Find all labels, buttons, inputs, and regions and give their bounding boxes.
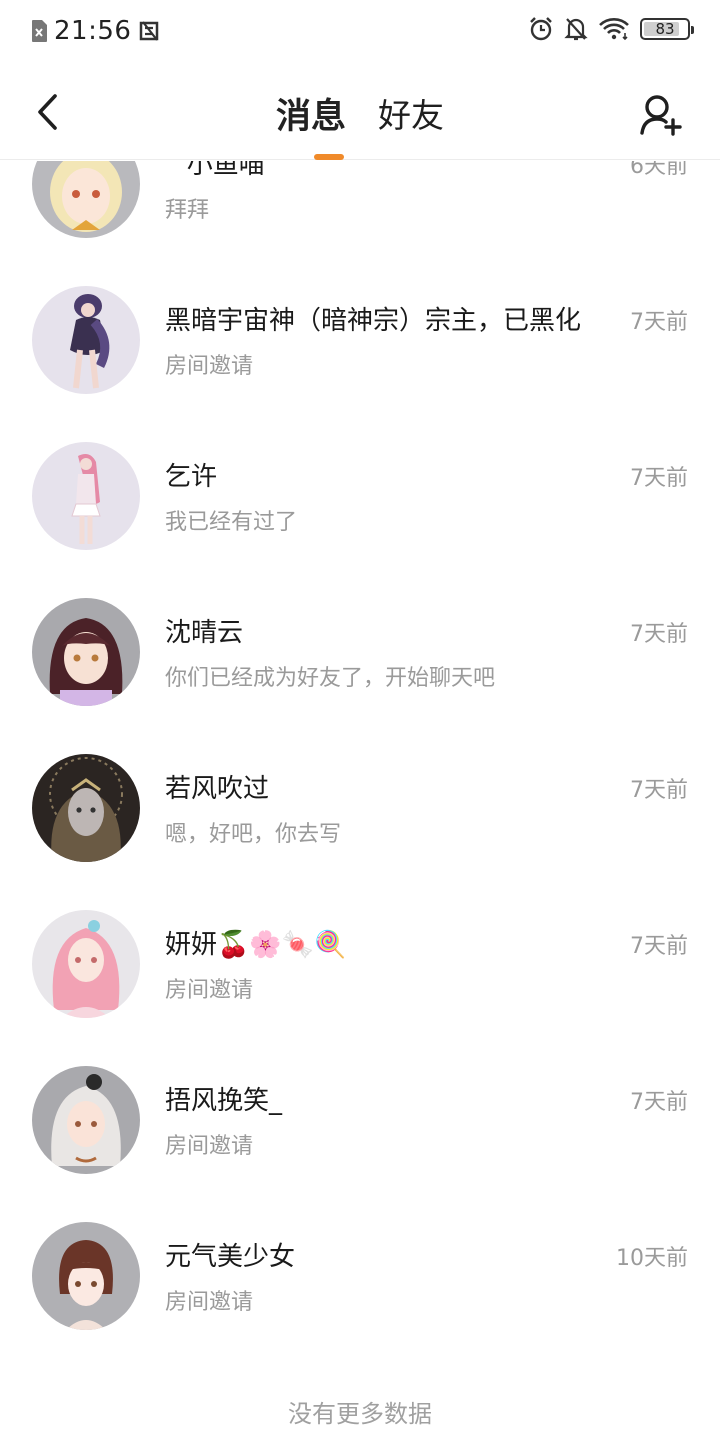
contact-name: 乞许 bbox=[165, 462, 218, 492]
mute-bell-icon bbox=[564, 18, 588, 41]
conversation-item[interactable]: ^小鱼喵^ 6天前 拜拜 bbox=[0, 161, 720, 262]
status-bar-right: 83 bbox=[518, 16, 694, 42]
contact-name: 黑暗宇宙神（暗神宗）宗主，已黑化 bbox=[165, 306, 582, 336]
screenshot-icon bbox=[140, 21, 159, 41]
add-friend-button[interactable] bbox=[636, 90, 686, 140]
active-tab-indicator bbox=[314, 154, 344, 160]
contact-name: 元气美少女 bbox=[165, 1242, 296, 1272]
tab-messages[interactable]: 消息 bbox=[260, 66, 362, 160]
message-preview: 我已经有过了 bbox=[165, 510, 298, 535]
conversation-item[interactable]: 捂风挽笑_ 7天前 房间邀请 bbox=[0, 1042, 720, 1198]
avatar[interactable] bbox=[32, 1222, 140, 1330]
avatar[interactable] bbox=[32, 161, 140, 238]
avatar[interactable] bbox=[32, 754, 140, 862]
message-preview: 房间邀请 bbox=[165, 1290, 254, 1315]
message-time: 7天前 bbox=[630, 622, 688, 647]
message-preview: 房间邀请 bbox=[165, 978, 254, 1003]
tab-messages-label: 消息 bbox=[275, 96, 346, 137]
status-bar-left: 21:56 bbox=[30, 16, 161, 46]
message-preview: 拜拜 bbox=[165, 198, 210, 223]
message-time: 7天前 bbox=[630, 778, 688, 803]
wifi-icon bbox=[599, 18, 629, 41]
sim-icon bbox=[32, 20, 47, 42]
message-preview: 房间邀请 bbox=[165, 354, 254, 379]
add-user-icon bbox=[640, 95, 682, 136]
conversation-item[interactable]: 元气美少女 10天前 房间邀请 bbox=[0, 1198, 720, 1354]
message-time: 7天前 bbox=[630, 1090, 688, 1115]
message-time: 7天前 bbox=[630, 466, 688, 491]
contact-name: 妍妍🍒🌸🍬🍭 bbox=[165, 930, 347, 960]
message-time: 7天前 bbox=[630, 934, 688, 959]
message-preview: 你们已经成为好友了，开始聊天吧 bbox=[165, 666, 496, 691]
contact-name: 若风吹过 bbox=[165, 774, 270, 804]
conversation-list-content: ^小鱼喵^ 6天前 拜拜 黑暗宇宙神（暗神宗）宗主，已黑化 7天前 房间邀请 乞… bbox=[0, 161, 720, 1436]
battery-level: 83 bbox=[655, 20, 675, 38]
message-preview: 房间邀请 bbox=[165, 1134, 254, 1159]
tab-bar: 消息 好友 bbox=[0, 66, 720, 160]
avatar[interactable] bbox=[32, 910, 140, 1018]
conversation-item[interactable]: 妍妍🍒🌸🍬🍭 7天前 房间邀请 bbox=[0, 886, 720, 1042]
tab-friends[interactable]: 好友 bbox=[362, 66, 460, 160]
conversation-list[interactable]: ^小鱼喵^ 6天前 拜拜 黑暗宇宙神（暗神宗）宗主，已黑化 7天前 房间邀请 乞… bbox=[0, 161, 720, 1436]
alarm-icon bbox=[530, 17, 552, 41]
contact-name: ^小鱼喵^ bbox=[165, 161, 287, 180]
contact-name: 沈晴云 bbox=[165, 618, 244, 648]
avatar[interactable] bbox=[32, 1066, 140, 1174]
avatar[interactable] bbox=[32, 286, 140, 394]
contact-name: 捂风挽笑_ bbox=[165, 1086, 283, 1116]
top-nav-bar: 消息 好友 bbox=[0, 66, 720, 160]
avatar[interactable] bbox=[32, 442, 140, 550]
message-time: 6天前 bbox=[630, 161, 688, 179]
status-bar: 21:56 83 bbox=[0, 0, 720, 66]
conversation-item[interactable]: 乞许 7天前 我已经有过了 bbox=[0, 418, 720, 574]
message-time: 10天前 bbox=[616, 1246, 688, 1271]
no-more-data-text: 没有更多数据 bbox=[288, 1400, 432, 1428]
conversation-item[interactable]: 若风吹过 7天前 嗯，好吧，你去写 bbox=[0, 730, 720, 886]
tab-friends-label: 好友 bbox=[378, 96, 444, 135]
message-preview: 嗯，好吧，你去写 bbox=[165, 822, 342, 847]
battery-icon: 83 bbox=[640, 18, 694, 40]
avatar[interactable] bbox=[32, 598, 140, 706]
conversation-item[interactable]: 黑暗宇宙神（暗神宗）宗主，已黑化 7天前 房间邀请 bbox=[0, 262, 720, 418]
message-time: 7天前 bbox=[630, 310, 688, 335]
conversation-item[interactable]: 沈晴云 7天前 你们已经成为好友了，开始聊天吧 bbox=[0, 574, 720, 730]
clock: 21:56 bbox=[54, 16, 132, 46]
